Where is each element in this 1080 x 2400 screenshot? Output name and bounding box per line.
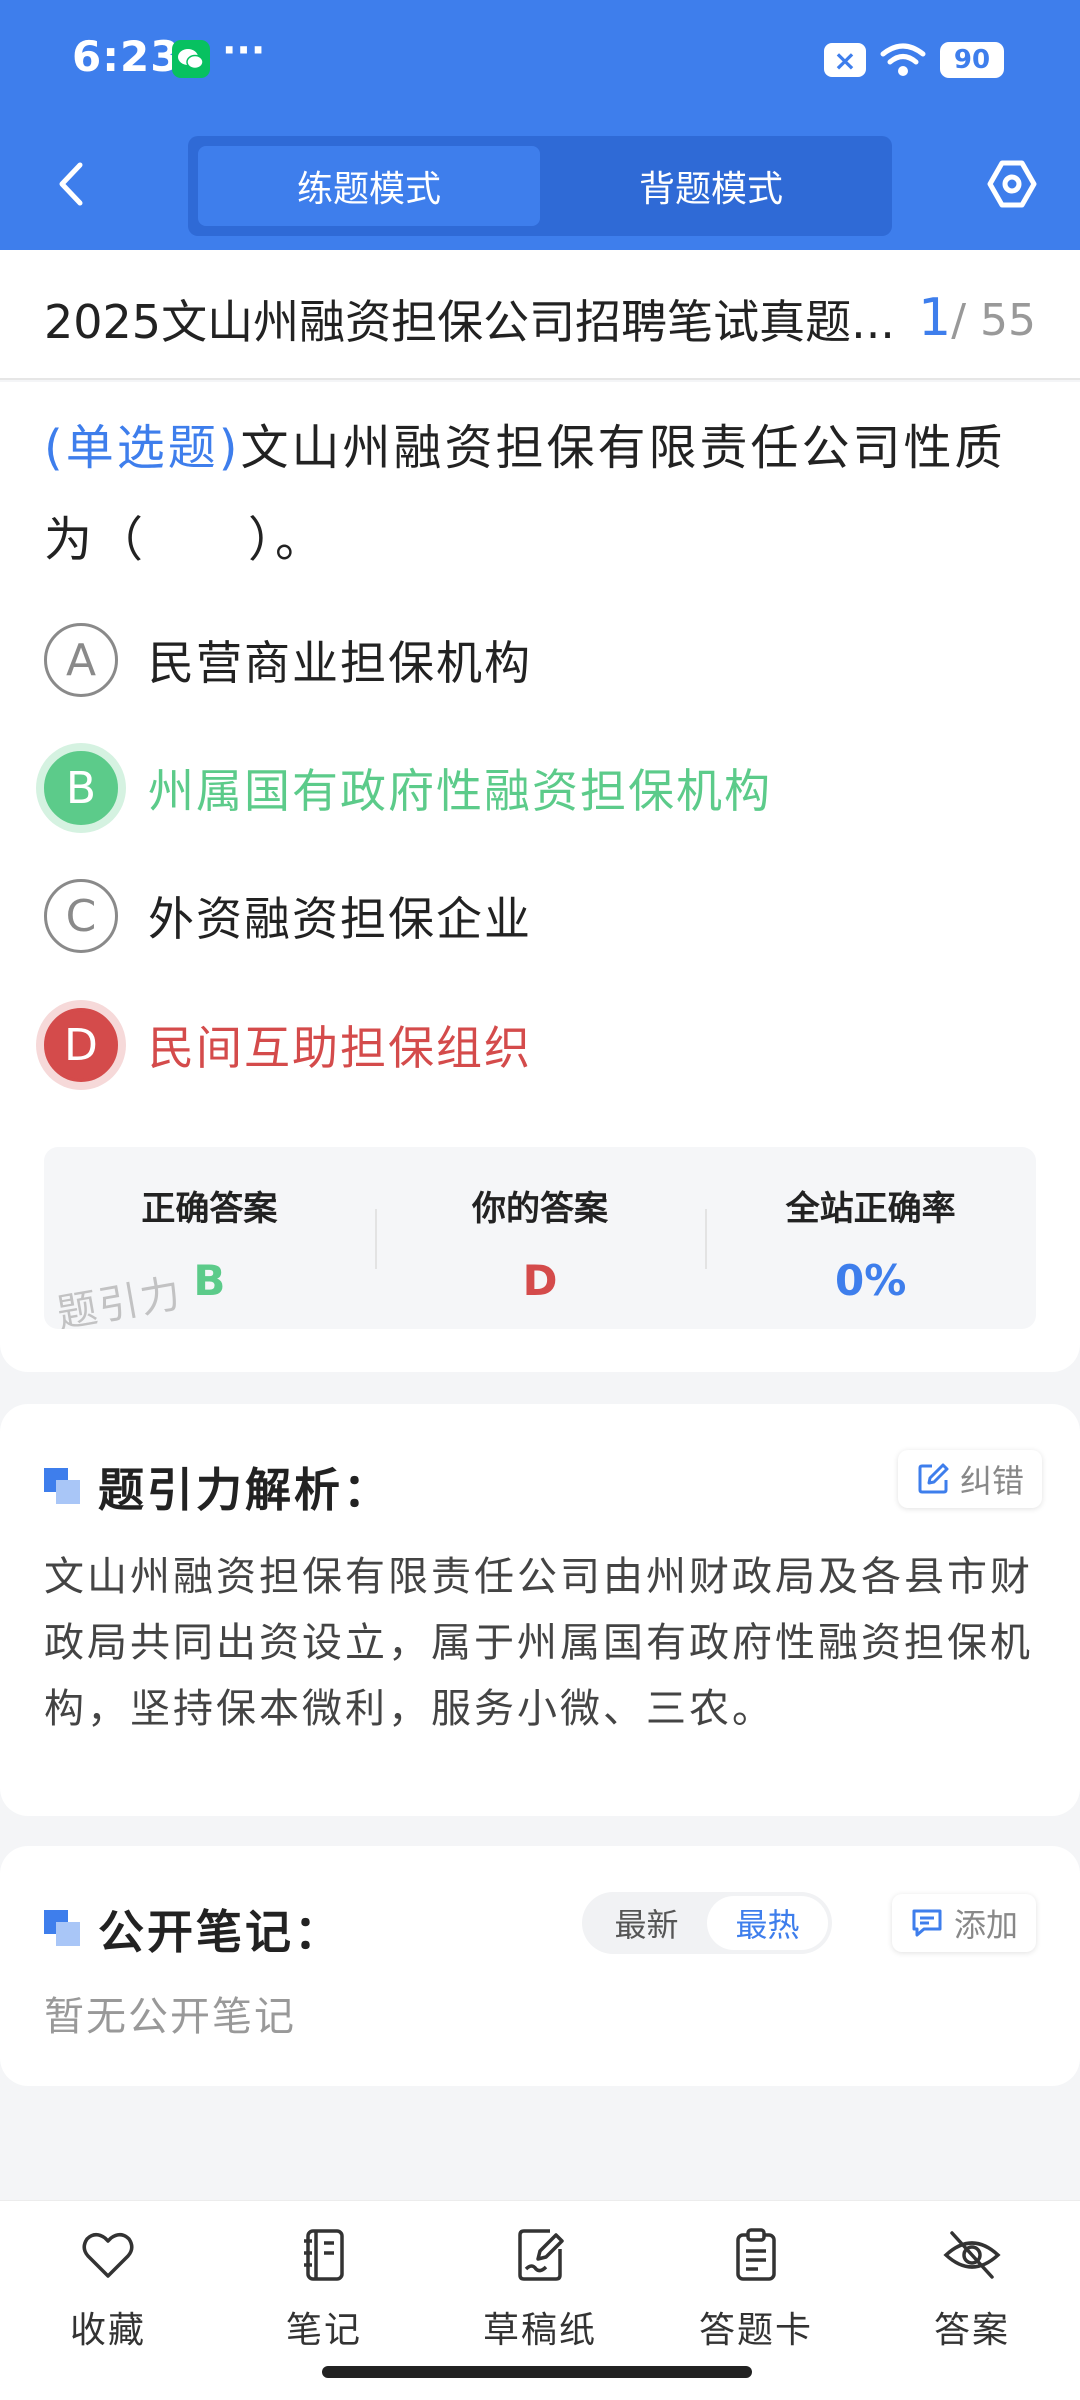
report-error-label: 纠错 bbox=[960, 1462, 1025, 1500]
option-letter: B bbox=[44, 751, 118, 825]
question-type-label: (单选题) bbox=[44, 420, 241, 476]
analysis-header: 题引力解析： bbox=[44, 1454, 392, 1520]
status-time: 6:23 bbox=[72, 32, 181, 81]
edit-icon bbox=[918, 1463, 949, 1494]
option-text: 民间互助担保组织 bbox=[148, 1021, 532, 1075]
notebook-icon bbox=[304, 2229, 344, 2281]
accuracy-rate-label: 全站正确率 bbox=[785, 1189, 956, 1229]
option-b[interactable]: B 州属国有政府性融资担保机构 bbox=[44, 748, 772, 828]
chevron-left-icon bbox=[59, 162, 83, 206]
status-bar: 6:23 ··· × 90 bbox=[0, 0, 1080, 118]
paper-title-bar: 2025文山州融资担保公司招聘笔试真题... 1/ 55 bbox=[0, 250, 1080, 380]
correct-answer-column: 正确答案 B 题引力 bbox=[44, 1147, 375, 1329]
add-note-button[interactable]: 添加 bbox=[892, 1894, 1037, 1952]
question-card: (单选题)文山州融资担保有限责任公司性质为（ ）。 A 民营商业担保机构 B 州… bbox=[0, 382, 1080, 1372]
section-marker-icon bbox=[44, 1468, 82, 1506]
add-note-icon bbox=[912, 1909, 942, 1937]
option-letter: C bbox=[44, 879, 118, 953]
option-text: 外资融资担保企业 bbox=[148, 892, 532, 946]
back-button[interactable] bbox=[40, 152, 104, 216]
wechat-notification-icon bbox=[172, 40, 210, 78]
sort-hottest[interactable]: 最热 bbox=[707, 1896, 828, 1950]
tab-practice-mode[interactable]: 练题模式 bbox=[198, 146, 540, 226]
public-notes-card: 公开笔记： 最新 最热 添加 暂无公开笔记 bbox=[0, 1846, 1080, 2086]
answer-sheet-label: 答题卡 bbox=[698, 2310, 813, 2351]
settings-button[interactable] bbox=[980, 152, 1044, 216]
favorite-button[interactable]: 收藏 bbox=[0, 2201, 216, 2400]
option-c[interactable]: C 外资融资担保企业 bbox=[44, 876, 532, 956]
option-letter: D bbox=[44, 1008, 118, 1082]
sort-latest[interactable]: 最新 bbox=[586, 1896, 707, 1950]
settings-hexagon-icon bbox=[987, 160, 1037, 208]
option-d[interactable]: D 民间互助担保组织 bbox=[44, 1005, 532, 1085]
status-icons: × 90 bbox=[824, 40, 1004, 80]
tab-memorize-mode[interactable]: 背题模式 bbox=[540, 146, 882, 226]
notes-label: 笔记 bbox=[285, 2310, 362, 2351]
analysis-card: 题引力解析： 纠错 文山州融资担保有限责任公司由州财政局及各县市财政局共同出资设… bbox=[0, 1404, 1080, 1816]
favorite-label: 收藏 bbox=[69, 2310, 146, 2351]
eye-off-icon bbox=[943, 2231, 1001, 2279]
report-error-button[interactable]: 纠错 bbox=[898, 1450, 1043, 1508]
accuracy-rate-column: 全站正确率 0% bbox=[705, 1147, 1036, 1329]
empty-notes-text: 暂无公开笔记 bbox=[44, 1994, 296, 2040]
answer-sheet-icon bbox=[736, 2228, 776, 2281]
answer-summary: 正确答案 B 题引力 你的答案 D 全站正确率 0% bbox=[44, 1147, 1036, 1329]
analysis-text: 文山州融资担保有限责任公司由州财政局及各县市财政局共同出资设立，属于州属国有政府… bbox=[44, 1554, 1033, 1732]
analysis-title: 题引力解析： bbox=[98, 1463, 392, 1517]
add-note-label: 添加 bbox=[954, 1906, 1019, 1944]
more-notifications-icon: ··· bbox=[222, 28, 266, 72]
correct-answer-label: 正确答案 bbox=[141, 1189, 278, 1229]
section-marker-icon bbox=[44, 1910, 82, 1948]
option-letter: A bbox=[44, 623, 118, 697]
wifi-icon bbox=[880, 43, 926, 76]
question-progress[interactable]: 1/ 55 bbox=[918, 288, 1036, 348]
total-questions: / 55 bbox=[951, 295, 1036, 346]
question-stem: (单选题)文山州融资担保有限责任公司性质为（ ）。 bbox=[44, 402, 1040, 586]
notes-sort-toggle: 最新 最热 bbox=[582, 1892, 832, 1954]
accuracy-rate-value: 0% bbox=[835, 1256, 907, 1305]
home-indicator[interactable] bbox=[322, 2366, 752, 2378]
show-answer-label: 答案 bbox=[933, 2310, 1010, 2351]
paper-title: 2025文山州融资担保公司招聘笔试真题... bbox=[44, 295, 895, 349]
option-a[interactable]: A 民营商业担保机构 bbox=[44, 620, 532, 700]
battery-indicator: 90 bbox=[940, 42, 1004, 78]
your-answer-column: 你的答案 D bbox=[374, 1147, 706, 1329]
no-sim-icon: × bbox=[824, 43, 866, 77]
draft-paper-label: 草稿纸 bbox=[482, 2310, 597, 2351]
mode-switch: 练题模式 背题模式 bbox=[188, 136, 892, 236]
option-text: 州属国有政府性融资担保机构 bbox=[148, 764, 772, 818]
option-text: 民营商业担保机构 bbox=[148, 636, 532, 690]
nav-row: 练题模式 背题模式 bbox=[0, 130, 1080, 240]
current-question-number: 1 bbox=[918, 288, 952, 348]
your-answer-value: D bbox=[522, 1256, 558, 1305]
notes-title: 公开笔记： bbox=[98, 1905, 343, 1959]
show-answer-button[interactable]: 答案 bbox=[864, 2201, 1080, 2400]
notes-header: 公开笔记： bbox=[44, 1896, 343, 1962]
header: 6:23 ··· × 90 练题模式 背题模式 bbox=[0, 0, 1080, 250]
your-answer-label: 你的答案 bbox=[472, 1189, 608, 1229]
draft-paper-icon bbox=[518, 2229, 564, 2281]
heart-icon bbox=[82, 2233, 134, 2278]
